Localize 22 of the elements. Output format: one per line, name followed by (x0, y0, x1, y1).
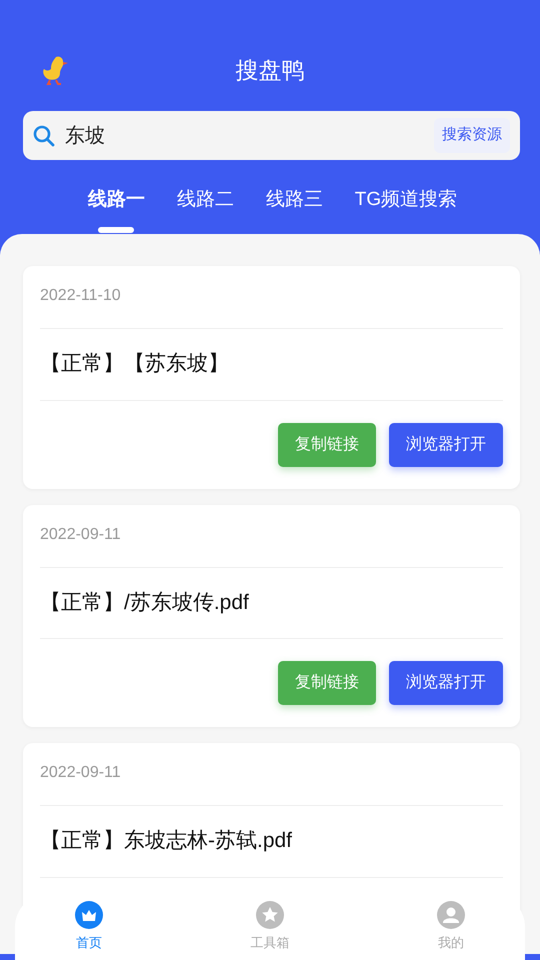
result-date: 2022-11-10 (40, 266, 503, 329)
result-date: 2022-09-11 (40, 743, 503, 806)
open-browser-button[interactable]: 浏览器打开 (389, 422, 503, 466)
nav-tab[interactable]: 首页 (39, 901, 139, 953)
result-title: 【正常】东坡志林-苏轼.pdf (40, 806, 503, 878)
duck-logo-icon (40, 54, 70, 86)
tab[interactable]: 线路三 (266, 186, 323, 232)
result-date: 2022-09-11 (40, 504, 503, 568)
copy-link-button[interactable]: 复制链接 (278, 661, 376, 705)
result-title: 【正常】/苏东坡传.pdf (40, 568, 503, 639)
app-title: 搜盘鸭 (236, 57, 304, 83)
search-button[interactable]: 搜索资源 (434, 118, 510, 153)
search-field[interactable]: 东坡 搜索资源 (23, 111, 520, 160)
search-icon (33, 124, 55, 146)
user-icon (437, 901, 465, 930)
open-browser-button[interactable]: 浏览器打开 (389, 661, 503, 705)
copy-link-button[interactable]: 复制链接 (278, 422, 376, 466)
tab[interactable]: 线路一 (88, 186, 145, 232)
tab[interactable]: 线路二 (176, 186, 234, 232)
crown-icon (75, 901, 103, 930)
tab[interactable]: TG频道搜索 (354, 186, 458, 232)
result-title: 【正常】【苏东坡】 (40, 329, 503, 400)
